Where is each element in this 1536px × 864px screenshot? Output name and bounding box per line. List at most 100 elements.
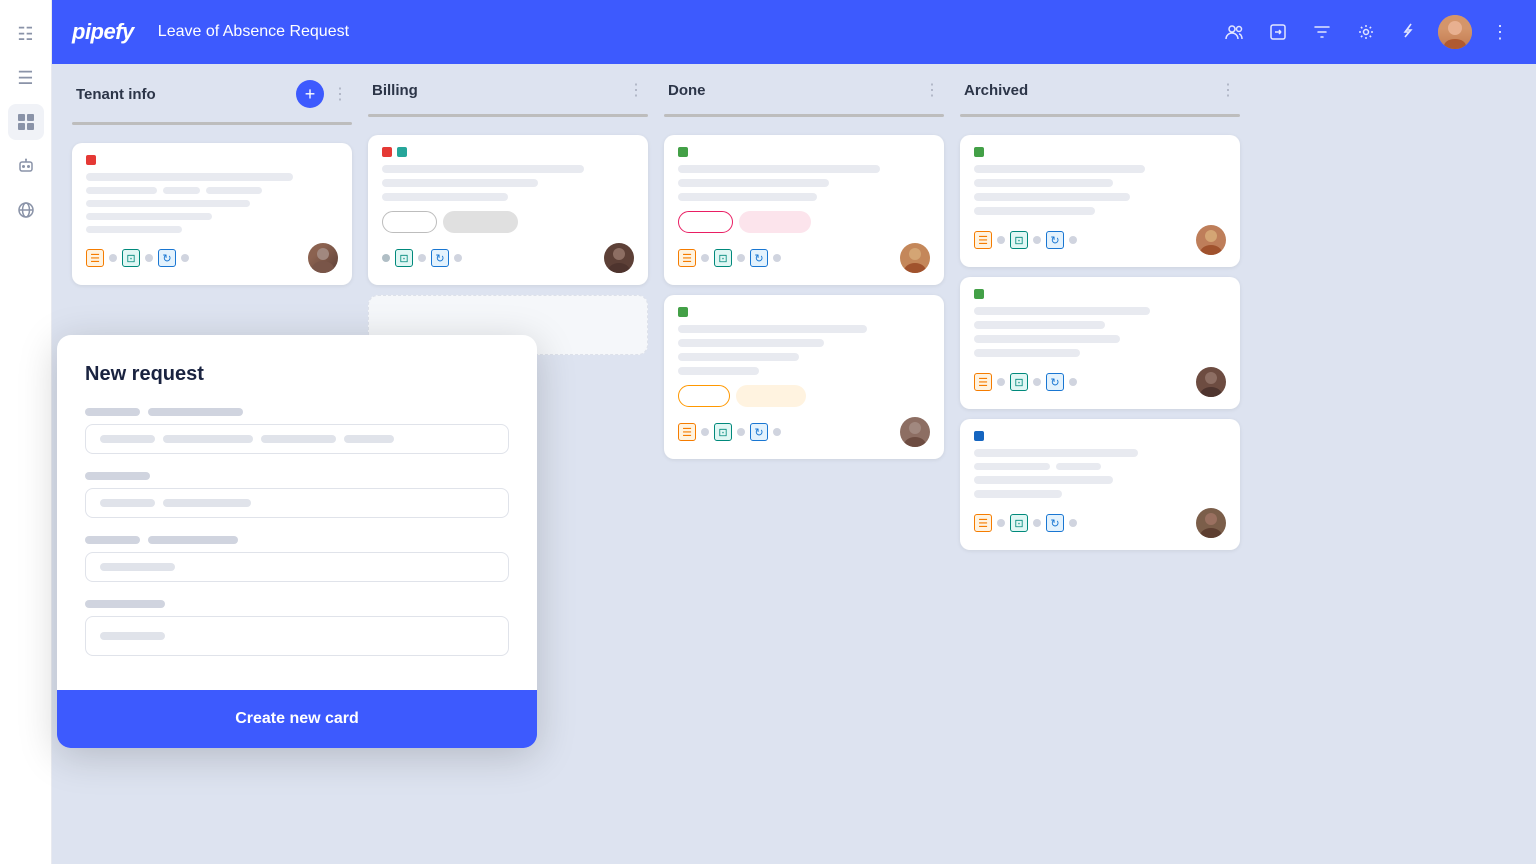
footer-icon-refresh[interactable]: ↻ <box>1046 514 1064 532</box>
column-header-tenant-info: Tenant info + ⋮ <box>72 80 352 108</box>
skeleton-line <box>974 463 1050 470</box>
footer-icon-checklist[interactable]: ☰ <box>974 231 992 249</box>
footer-dot <box>1033 236 1041 244</box>
input-placeholder-block <box>163 499 251 507</box>
label-block <box>85 472 150 480</box>
form-input-3[interactable] <box>85 552 509 582</box>
footer-dot <box>997 519 1005 527</box>
modal-title: New request <box>85 363 509 386</box>
user-avatar-header[interactable] <box>1438 15 1472 49</box>
card-done-2[interactable]: ☰ ⊡ ↻ <box>664 295 944 459</box>
skeleton-line <box>382 179 538 187</box>
footer-icon-attach[interactable]: ⊡ <box>122 249 140 267</box>
card-content <box>678 165 930 201</box>
column-done: Done ⋮ ☰ <box>664 80 944 459</box>
sidebar-icon-bot[interactable] <box>8 148 44 184</box>
skeleton-line <box>974 307 1150 315</box>
footer-icon-attach[interactable]: ⊡ <box>714 423 732 441</box>
automation-icon[interactable] <box>1394 16 1426 48</box>
footer-icon-attach[interactable]: ⊡ <box>714 249 732 267</box>
sidebar-icon-list[interactable]: ☰ <box>8 60 44 96</box>
card-footer: ☰ ⊡ ↻ <box>974 508 1226 538</box>
skeleton-line <box>206 187 261 194</box>
card-c2[interactable]: ⊡ ↻ <box>368 135 648 285</box>
sidebar-icon-table[interactable] <box>8 104 44 140</box>
card-archived-3[interactable]: ☰ ⊡ ↻ <box>960 419 1240 550</box>
skeleton-line <box>678 339 824 347</box>
card-done-1[interactable]: ☰ ⊡ ↻ <box>664 135 944 285</box>
column-title-archived: Archived <box>964 82 1212 99</box>
card-pills <box>678 211 930 233</box>
footer-icon-checklist[interactable]: ☰ <box>974 514 992 532</box>
column-more-tenant-info[interactable]: ⋮ <box>332 84 348 104</box>
footer-icon-attach[interactable]: ⊡ <box>395 249 413 267</box>
card-c1[interactable]: ☰ ⊡ ↻ <box>72 143 352 285</box>
footer-icon-checklist[interactable]: ☰ <box>678 423 696 441</box>
card-archived-2[interactable]: ☰ ⊡ ↻ <box>960 277 1240 409</box>
card-footer: ☰ ⊡ ↻ <box>678 243 930 273</box>
import-icon[interactable] <box>1262 16 1294 48</box>
footer-icon-checklist[interactable]: ☰ <box>678 249 696 267</box>
footer-dot <box>454 254 462 262</box>
skeleton-line <box>86 187 157 194</box>
filter-icon[interactable] <box>1306 16 1338 48</box>
form-input-1[interactable] <box>85 424 509 454</box>
card-footer: ☰ ⊡ ↻ <box>974 367 1226 397</box>
footer-icon-refresh[interactable]: ↻ <box>750 249 768 267</box>
footer-icon-refresh[interactable]: ↻ <box>158 249 176 267</box>
card-archived-1[interactable]: ☰ ⊡ ↻ <box>960 135 1240 267</box>
pill-outline <box>382 211 437 233</box>
page-title: Leave of Absence Request <box>158 23 1218 41</box>
card-avatar <box>1196 225 1226 255</box>
column-more-archived[interactable]: ⋮ <box>1220 80 1236 100</box>
footer-icon-attach[interactable]: ⊡ <box>1010 514 1028 532</box>
card-footer-icons: ⊡ ↻ <box>382 249 462 267</box>
skeleton-line <box>974 449 1138 457</box>
card-avatar <box>900 243 930 273</box>
card-avatar <box>308 243 338 273</box>
modal-body: New request <box>57 335 537 690</box>
settings-icon[interactable] <box>1350 16 1382 48</box>
footer-icon-refresh[interactable]: ↻ <box>1046 373 1064 391</box>
skeleton-line <box>86 226 182 233</box>
users-icon[interactable] <box>1218 16 1250 48</box>
skeleton-line <box>86 200 250 207</box>
footer-dot <box>1069 236 1077 244</box>
footer-dot <box>773 254 781 262</box>
label-block <box>148 408 243 416</box>
footer-dot <box>737 428 745 436</box>
form-label-3 <box>85 536 509 544</box>
footer-icon-attach[interactable]: ⊡ <box>1010 231 1028 249</box>
footer-dot <box>109 254 117 262</box>
card-tags <box>382 147 634 157</box>
footer-icon-attach[interactable]: ⊡ <box>1010 373 1028 391</box>
form-input-2[interactable] <box>85 488 509 518</box>
more-options-icon[interactable]: ⋮ <box>1484 16 1516 48</box>
footer-icon-checklist[interactable]: ☰ <box>86 249 104 267</box>
column-header-done: Done ⋮ <box>664 80 944 100</box>
column-more-done[interactable]: ⋮ <box>924 80 940 100</box>
skeleton-row <box>86 187 338 194</box>
input-placeholder-block <box>100 632 165 640</box>
skeleton-line <box>678 193 817 201</box>
card-tags <box>974 147 1226 157</box>
column-more-billing[interactable]: ⋮ <box>628 80 644 100</box>
column-line-tenant-info <box>72 122 352 125</box>
footer-icon-refresh[interactable]: ↻ <box>431 249 449 267</box>
sidebar-icon-grid[interactable]: ☷ <box>8 16 44 52</box>
skeleton-line <box>974 165 1145 173</box>
sidebar-icon-globe[interactable] <box>8 192 44 228</box>
label-block <box>85 600 165 608</box>
footer-icon-refresh[interactable]: ↻ <box>1046 231 1064 249</box>
form-input-4[interactable] <box>85 616 509 656</box>
footer-icon-checklist[interactable]: ☰ <box>974 373 992 391</box>
input-placeholder-block <box>100 563 175 571</box>
column-archived: Archived ⋮ ☰ ⊡ <box>960 80 1240 550</box>
card-tags <box>974 431 1226 441</box>
skeleton-line <box>974 207 1095 215</box>
add-card-tenant-info-button[interactable]: + <box>296 80 324 108</box>
footer-icon-refresh[interactable]: ↻ <box>750 423 768 441</box>
card-footer: ⊡ ↻ <box>382 243 634 273</box>
footer-dot <box>1069 519 1077 527</box>
create-new-card-button[interactable]: Create new card <box>57 690 537 748</box>
